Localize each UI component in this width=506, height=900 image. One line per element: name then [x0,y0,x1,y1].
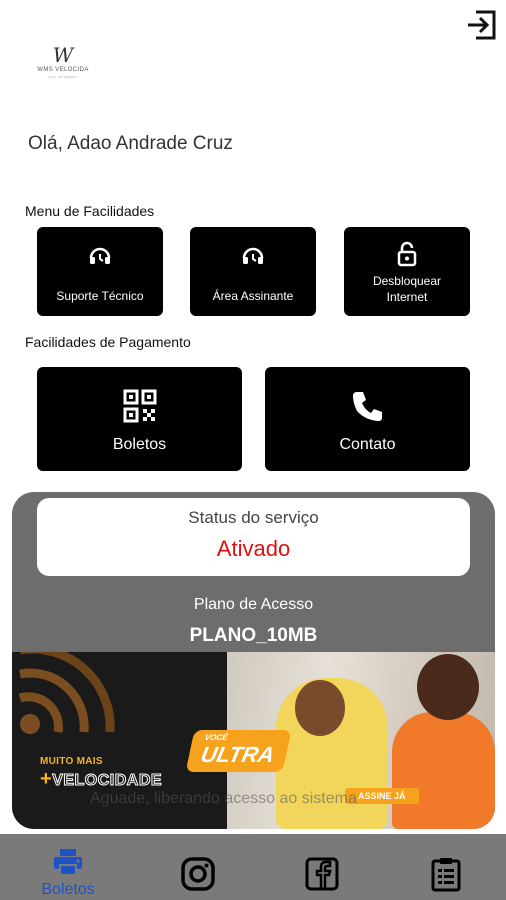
menu-facilidades-title: Menu de Facilidades [25,203,155,219]
status-card: Status do serviço Ativado [37,498,470,576]
headset-icon [89,247,111,264]
logo-tagline: SUA INTERNET [48,75,78,79]
banner-woman-head [417,654,479,720]
nav-boletos-label: Boletos [41,881,95,898]
qr-code-icon [123,389,156,423]
clipboard-icon [431,858,461,892]
facebook-icon [305,857,339,891]
area-assinante-label: Área Assinante [212,289,294,303]
logo-name: WMS VELOCIDA [37,67,89,73]
area-assinante-button[interactable]: Área Assinante [190,227,316,316]
suporte-tecnico-button[interactable]: Suporte Técnico [37,227,163,316]
nav-facebook[interactable] [300,834,344,900]
banner-kid-head [295,680,345,736]
bottom-nav: Boletos [0,834,506,900]
status-panel: Status do serviço Ativado Plano de Acess… [12,492,495,829]
loading-overlay-text: Aguade, liberando acesso ao sistema [90,790,357,807]
plan-value: PLANO_10MB [189,625,318,646]
pagamento-title: Facilidades de Pagamento [25,334,191,350]
banner-woman-figure [392,712,495,829]
phone-icon [352,392,382,421]
headset-icon [242,247,264,264]
desbloquear-internet-button[interactable]: Desbloquear Internet [344,227,470,316]
logo-mark: W [52,43,74,67]
boletos-label: Boletos [112,436,167,453]
nav-instagram[interactable] [176,834,220,900]
status-title: Status do serviço [188,508,319,527]
promo-banner[interactable]: MUITO MAIS +VELOCIDADE VOCÊ ULTRA ASSINE… [12,652,495,829]
nav-boletos[interactable]: Boletos [28,834,108,900]
ultra-small: VOCÊ [203,733,229,742]
desbloquear-label-line1: Desbloquear [372,274,442,288]
plan-title: Plano de Acesso [193,596,314,613]
greeting-text: Olá, Adao Andrade Cruz [28,133,233,154]
suporte-tecnico-label: Suporte Técnico [56,289,144,303]
promo-line2: +VELOCIDADE [40,768,162,791]
boletos-button[interactable]: Boletos [37,367,242,471]
wifi-icon [18,652,115,734]
instagram-icon [181,857,215,891]
promo-velocidade: VELOCIDADE [52,772,163,790]
promo-plus: + [40,768,53,790]
status-value: Ativado [216,536,291,561]
unlock-icon [397,241,417,267]
contato-button[interactable]: Contato [265,367,470,471]
brand-logo: W WMS VELOCIDA SUA INTERNET [30,44,96,88]
desbloquear-label-line2: Internet [386,290,428,304]
ultra-badge: VOCÊ ULTRA [185,730,292,772]
promo-line1: MUITO MAIS [40,756,103,767]
contato-label: Contato [339,436,396,453]
nav-clipboard[interactable] [424,834,468,900]
ultra-text: ULTRA [198,742,277,767]
logout-button[interactable] [462,6,500,44]
printer-icon [54,849,82,876]
logout-icon [468,10,496,40]
